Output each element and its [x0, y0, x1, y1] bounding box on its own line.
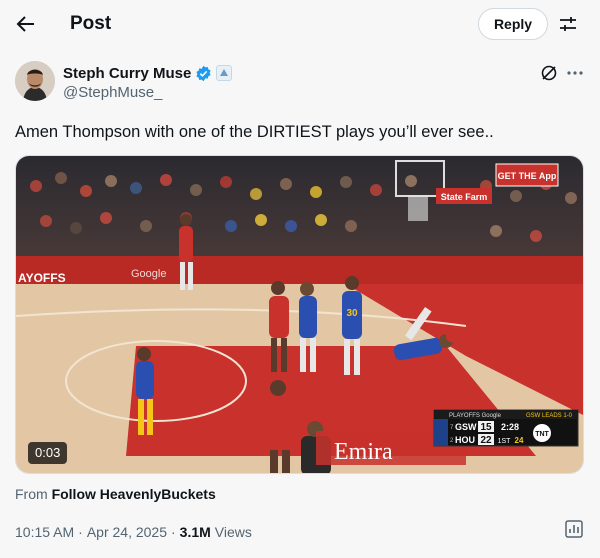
views-count: 3.1M	[179, 524, 211, 540]
author-handle[interactable]: @StephMuse_	[63, 84, 162, 101]
author-name-row: Steph Curry Muse	[63, 63, 233, 83]
page-title: Post	[70, 13, 112, 34]
source-link[interactable]: Follow HeavenlyBuckets	[52, 486, 216, 502]
scorebug-score-gsw: 15	[480, 422, 492, 433]
video-duration-badge: 0:03	[28, 442, 68, 464]
scorebug-network: TNT	[535, 431, 549, 438]
video-player[interactable]: GET THE App State Farm AYOFFS Google 30	[15, 155, 584, 474]
tweet-time[interactable]: 10:15 AM	[15, 524, 74, 540]
meta-separator: ·	[78, 524, 83, 540]
scorebug-header-left: PLAYOFFS Google	[449, 413, 502, 419]
tweet-meta: 10:15 AM · Apr 24, 2025 · 3.1M Views	[15, 524, 252, 540]
views-label: Views	[214, 524, 252, 540]
video-frame: GET THE App State Farm AYOFFS Google 30	[16, 156, 583, 473]
author-display-name[interactable]: Steph Curry Muse	[63, 65, 191, 82]
banner-google: Google	[131, 268, 166, 280]
top-bar: Post Reply	[0, 0, 600, 48]
tweet-text: Amen Thompson with one of the DIRTIEST p…	[15, 123, 494, 141]
scorebug-shot-clock: 24	[515, 436, 524, 445]
affiliate-badge-icon[interactable]	[216, 65, 233, 81]
analytics-icon[interactable]	[563, 518, 585, 540]
scorebug: PLAYOFFS Google GSW LEADS 1-0 7 GSW 15 2…	[433, 409, 579, 447]
scorebug-clock: 2:28	[501, 422, 519, 432]
svg-text:30: 30	[346, 308, 358, 319]
tweet-date[interactable]: Apr 24, 2025	[87, 524, 167, 540]
back-arrow-icon[interactable]	[14, 12, 38, 36]
verified-badge-icon	[195, 65, 212, 82]
grok-icon[interactable]	[538, 62, 560, 84]
more-options-icon[interactable]	[564, 62, 586, 84]
reply-button[interactable]: Reply	[478, 8, 548, 40]
sign-get-the-app: GET THE App	[498, 171, 557, 181]
scorebug-score-hou: 22	[480, 435, 492, 446]
meta-separator: ·	[171, 524, 176, 540]
floor-sponsor: Emira	[334, 439, 393, 465]
scorebug-team-gsw: GSW	[455, 422, 477, 432]
banner-playoffs: AYOFFS	[18, 271, 66, 285]
scorebug-header-right: GSW LEADS 1-0	[526, 413, 573, 419]
source-prefix: From	[15, 486, 48, 502]
avatar[interactable]	[15, 61, 55, 101]
scorebug-team-hou: HOU	[455, 435, 475, 445]
sliders-icon[interactable]	[556, 12, 580, 36]
sign-statefarm: State Farm	[441, 192, 488, 202]
scorebug-period: 1ST	[498, 438, 512, 445]
source-attribution: From Follow HeavenlyBuckets	[15, 486, 216, 502]
